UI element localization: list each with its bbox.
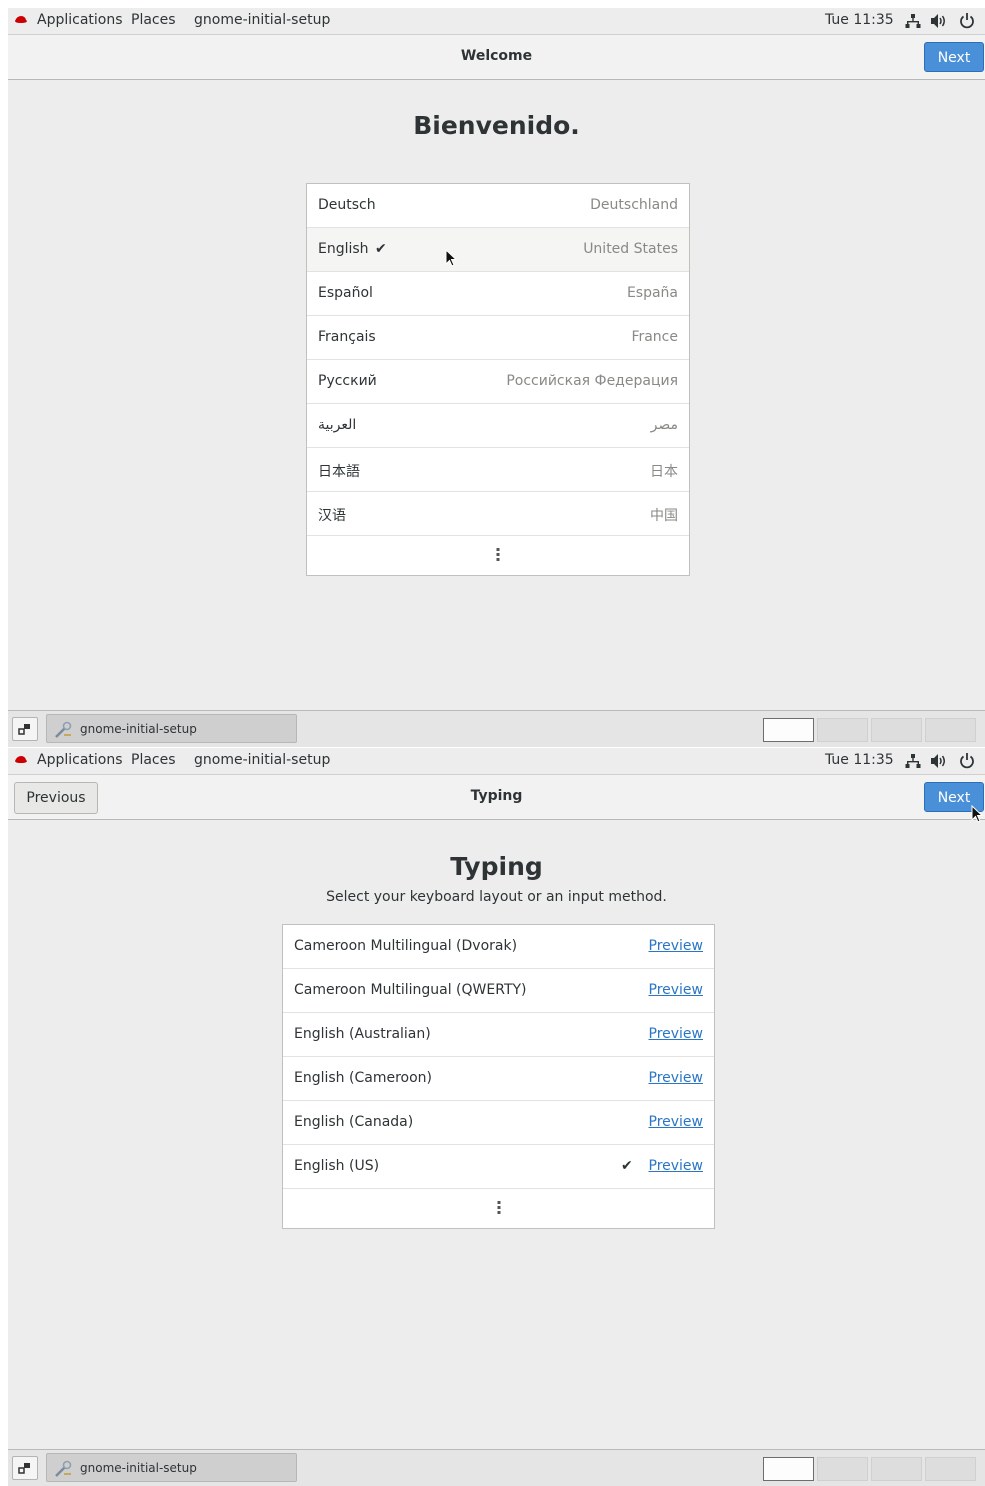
- layout-row[interactable]: Cameroon Multilingual (QWERTY) Preview: [283, 969, 714, 1013]
- places-menu[interactable]: Places: [131, 12, 176, 28]
- page-subtitle: Select your keyboard layout or an input …: [326, 889, 667, 905]
- language-list: Deutsch Deutschland English ✔ United Sta…: [306, 183, 690, 576]
- preview-link[interactable]: Preview: [649, 1026, 704, 1042]
- power-icon[interactable]: [959, 752, 975, 769]
- language-row-chinese[interactable]: 汉语 中国: [307, 492, 689, 536]
- check-icon: ✔: [621, 1158, 633, 1174]
- workspace-1[interactable]: [763, 1457, 814, 1481]
- layout-name: English (US): [294, 1158, 380, 1174]
- header-bar: Welcome Next: [8, 35, 985, 80]
- workspace-4[interactable]: [925, 718, 976, 742]
- screenshot-welcome: Applications Places gnome-initial-setup …: [8, 8, 985, 747]
- language-name: العربية: [318, 417, 357, 433]
- layout-name: Cameroon Multilingual (QWERTY): [294, 982, 527, 998]
- show-desktop-icon[interactable]: [12, 717, 38, 741]
- mouse-pointer-icon: [445, 249, 458, 267]
- layout-row[interactable]: Cameroon Multilingual (Dvorak) Preview: [283, 925, 714, 969]
- language-region: Российская Федерация: [506, 373, 678, 389]
- preview-link[interactable]: Preview: [649, 982, 704, 998]
- language-row-japanese[interactable]: 日本語 日本: [307, 448, 689, 492]
- page-title: Typing: [450, 852, 543, 881]
- more-layouts-button[interactable]: [283, 1189, 714, 1228]
- header-bar: Previous Typing Next: [8, 775, 985, 820]
- workspace-2[interactable]: [817, 718, 868, 742]
- layout-row[interactable]: English (Cameroon) Preview: [283, 1057, 714, 1101]
- workspace-1[interactable]: [763, 718, 814, 742]
- bottom-taskbar: gnome-initial-setup: [8, 710, 985, 747]
- more-languages-button[interactable]: [307, 536, 689, 575]
- preview-link[interactable]: Preview: [649, 1158, 704, 1174]
- top-panel: Applications Places gnome-initial-setup …: [8, 8, 985, 35]
- setup-tool-icon: [55, 721, 72, 738]
- mouse-pointer-icon: [971, 805, 984, 823]
- layout-name: English (Australian): [294, 1026, 431, 1042]
- next-button[interactable]: Next: [924, 42, 984, 72]
- bottom-taskbar: gnome-initial-setup: [8, 1449, 985, 1486]
- applications-menu[interactable]: Applications: [37, 752, 123, 768]
- workspace-3[interactable]: [871, 1457, 922, 1481]
- workspace-3[interactable]: [871, 718, 922, 742]
- layout-name: English (Cameroon): [294, 1070, 432, 1086]
- preview-link[interactable]: Preview: [649, 1070, 704, 1086]
- more-vertical-icon: [497, 1201, 500, 1216]
- network-icon[interactable]: [905, 13, 921, 29]
- taskbar-window-button[interactable]: gnome-initial-setup: [46, 714, 297, 743]
- network-icon[interactable]: [905, 753, 921, 769]
- language-row-deutsch[interactable]: Deutsch Deutschland: [307, 184, 689, 228]
- language-region: France: [631, 329, 678, 345]
- language-region: مصر: [650, 417, 678, 433]
- top-panel: Applications Places gnome-initial-setup …: [8, 748, 985, 775]
- language-name: English: [318, 241, 369, 257]
- check-icon: ✔: [375, 241, 387, 257]
- app-menu[interactable]: gnome-initial-setup: [194, 752, 330, 768]
- layout-row[interactable]: English (Australian) Preview: [283, 1013, 714, 1057]
- language-region: Deutschland: [590, 197, 678, 213]
- language-name: Русский: [318, 373, 377, 389]
- language-row-espanol[interactable]: Español España: [307, 272, 689, 316]
- page-title: Bienvenido.: [413, 111, 580, 140]
- language-name: Deutsch: [318, 197, 376, 213]
- language-region: 中国: [650, 508, 678, 524]
- language-name: Français: [318, 329, 376, 345]
- layout-row[interactable]: English (Canada) Preview: [283, 1101, 714, 1145]
- language-name: 汉语: [318, 508, 346, 524]
- clock[interactable]: Tue 11:35: [825, 12, 894, 28]
- show-desktop-icon[interactable]: [12, 1456, 38, 1480]
- keyboard-layout-list: Cameroon Multilingual (Dvorak) Preview C…: [282, 924, 715, 1229]
- layout-name: English (Canada): [294, 1114, 414, 1130]
- volume-icon[interactable]: [930, 753, 948, 769]
- taskbar-window-label: gnome-initial-setup: [80, 722, 197, 736]
- language-region: España: [626, 285, 678, 301]
- header-title: Typing: [470, 788, 523, 804]
- volume-icon[interactable]: [930, 13, 948, 29]
- language-row-arabic[interactable]: العربية مصر: [307, 404, 689, 448]
- power-icon[interactable]: [959, 12, 975, 29]
- more-vertical-icon: [496, 548, 500, 563]
- setup-tool-icon: [55, 1460, 72, 1477]
- screenshot-typing: Applications Places gnome-initial-setup …: [8, 748, 985, 1486]
- language-row-english[interactable]: English ✔ United States: [307, 228, 689, 272]
- language-region: 日本: [650, 464, 678, 480]
- language-row-russian[interactable]: Русский Российская Федерация: [307, 360, 689, 404]
- layout-name: Cameroon Multilingual (Dvorak): [294, 938, 518, 954]
- header-title: Welcome: [460, 48, 533, 64]
- language-region: United States: [583, 241, 678, 257]
- places-menu[interactable]: Places: [131, 752, 176, 768]
- language-name: 日本語: [318, 464, 360, 480]
- clock[interactable]: Tue 11:35: [825, 752, 894, 768]
- preview-link[interactable]: Preview: [649, 938, 704, 954]
- language-row-francais[interactable]: Français France: [307, 316, 689, 360]
- layout-row-selected[interactable]: English (US) ✔ Preview: [283, 1145, 714, 1189]
- language-name: Español: [318, 285, 373, 301]
- workspace-2[interactable]: [817, 1457, 868, 1481]
- redhat-icon: [15, 756, 27, 763]
- workspace-4[interactable]: [925, 1457, 976, 1481]
- redhat-icon: [15, 16, 27, 23]
- taskbar-window-label: gnome-initial-setup: [80, 1461, 197, 1475]
- app-menu[interactable]: gnome-initial-setup: [194, 12, 330, 28]
- preview-link[interactable]: Preview: [649, 1114, 704, 1130]
- taskbar-window-button[interactable]: gnome-initial-setup: [46, 1453, 297, 1482]
- applications-menu[interactable]: Applications: [37, 12, 123, 28]
